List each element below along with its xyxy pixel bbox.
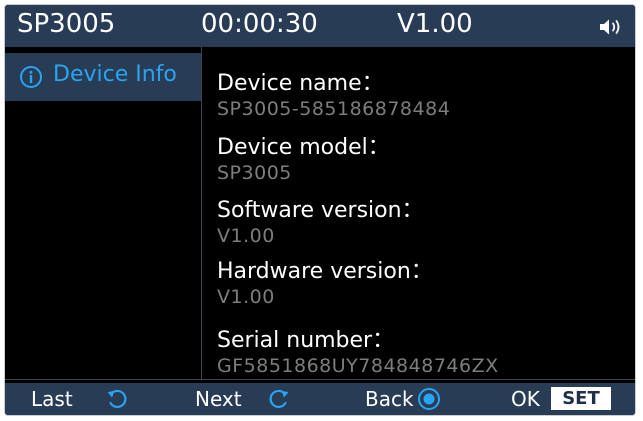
hardware-version-label: Hardware version： [217, 259, 433, 284]
sidebar-item-label: Device Info [53, 62, 177, 87]
device-screen: SP3005 00:00:30 V1.00 Device Info Device… [4, 4, 636, 416]
rotate-cw-icon[interactable] [267, 387, 291, 411]
status-bar: SP3005 00:00:30 V1.00 [5, 5, 635, 47]
timer-display: 00:00:30 [201, 9, 318, 39]
software-version-label: Software version： [217, 198, 424, 223]
model-title: SP3005 [17, 9, 116, 39]
device-model-value: SP3005 [217, 162, 292, 184]
serial-number-value: GF5851868UY784848746ZX [217, 355, 499, 377]
knob-press-icon[interactable] [417, 387, 441, 411]
rotate-ccw-icon[interactable] [105, 387, 129, 411]
info-icon [20, 66, 42, 88]
sidebar-item-device-info[interactable]: Device Info [5, 53, 201, 101]
back-label[interactable]: Back [365, 387, 414, 411]
serial-number-label: Serial number： [217, 328, 395, 353]
divider [5, 379, 635, 380]
ok-label[interactable]: OK [511, 387, 540, 411]
bottom-bar: Last Next Back OK SET [5, 383, 635, 415]
software-version-value: V1.00 [217, 225, 275, 247]
device-name-label: Device name： [217, 71, 384, 96]
speaker-icon[interactable] [599, 17, 623, 37]
version-display: V1.00 [397, 9, 473, 39]
set-button[interactable]: SET [551, 387, 611, 410]
device-name-value: SP3005-585186878484 [217, 98, 451, 120]
sidebar: Device Info [5, 47, 201, 379]
last-label[interactable]: Last [31, 387, 73, 411]
next-label[interactable]: Next [195, 387, 242, 411]
hardware-version-value: V1.00 [217, 286, 275, 308]
device-model-label: Device model： [217, 135, 390, 160]
divider [201, 47, 202, 379]
